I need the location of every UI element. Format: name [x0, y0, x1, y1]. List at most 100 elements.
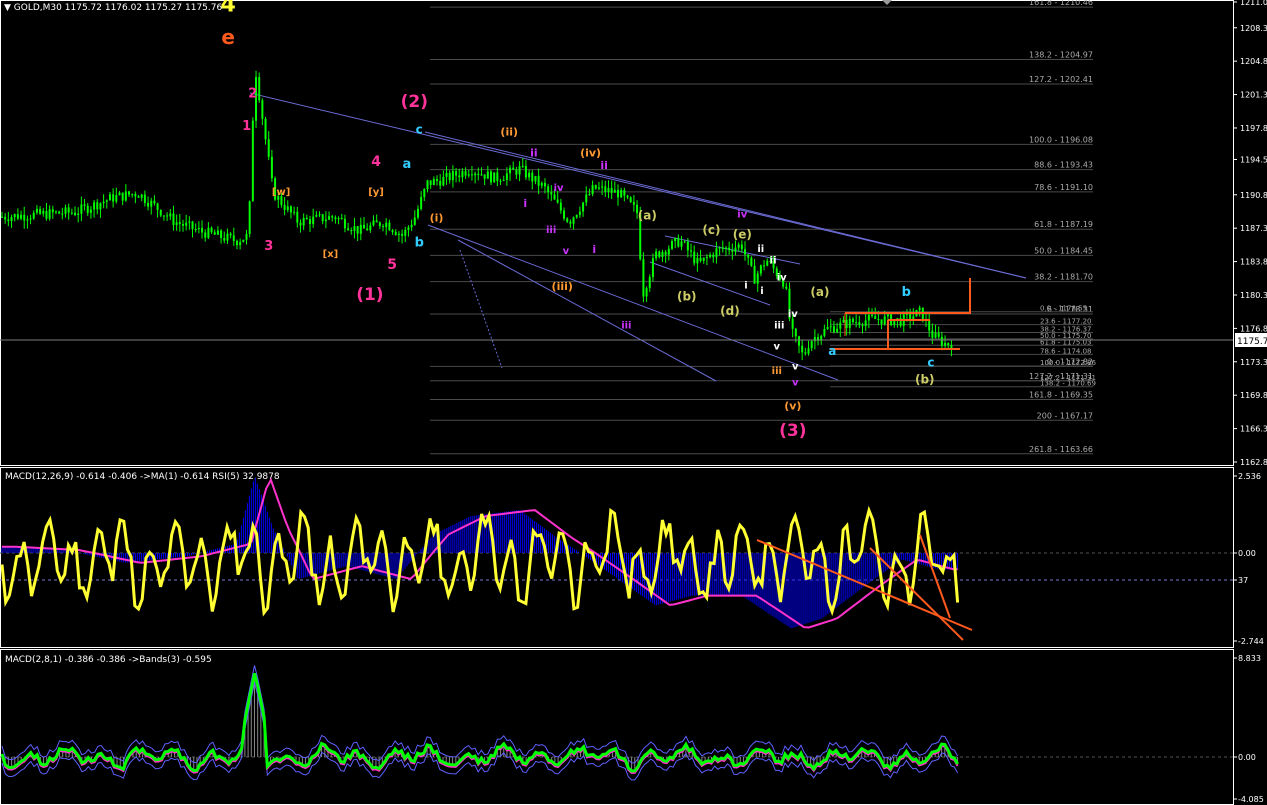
candle-body — [121, 192, 124, 201]
fib-small-level-label: 61.8 - 1175.03 — [1040, 338, 1092, 346]
wave-label: (a) — [810, 285, 829, 299]
candle-body — [486, 171, 489, 179]
candle-body — [207, 227, 210, 238]
wave-label: ii — [600, 159, 608, 172]
candle-body — [763, 265, 766, 267]
candle-body — [216, 230, 219, 235]
candle-body — [575, 214, 578, 218]
candle-body — [251, 120, 254, 202]
candle-body — [172, 213, 175, 225]
wave-label: 4 — [220, 0, 235, 18]
fib-level-label: 88.6 - 1193.43 — [1034, 161, 1093, 170]
candle-body — [220, 230, 223, 238]
fib-small-level-label: 0.0 - 1178.55 — [1040, 305, 1087, 313]
candle-body — [597, 187, 600, 189]
candle-body — [45, 210, 48, 219]
candle-body — [566, 218, 569, 222]
candle-body — [242, 239, 245, 242]
candle-body — [426, 180, 429, 190]
candle-body — [185, 222, 188, 226]
candle-body — [429, 180, 432, 185]
candle-body — [35, 208, 38, 213]
candle-body — [48, 209, 51, 219]
wave-label: (c) — [702, 223, 720, 237]
wave-label: [x] — [323, 249, 339, 260]
candle-body — [858, 322, 861, 326]
price-axis-tick-label: 1204.8 — [1240, 57, 1267, 66]
wave-label: iii — [546, 225, 556, 236]
candle-body — [632, 202, 635, 205]
candle-body — [578, 211, 581, 215]
candle-body — [54, 211, 57, 213]
candle-body — [407, 227, 410, 230]
candle-body — [477, 173, 480, 175]
candle-body — [159, 209, 162, 216]
candle-body — [791, 318, 794, 329]
candle-body — [378, 222, 381, 227]
candle-body — [70, 212, 73, 214]
fib-level-label: 127.2 - 1202.41 — [1029, 75, 1093, 84]
candle-body — [210, 227, 213, 233]
wave-label: iii — [774, 320, 784, 331]
wave-label: v — [792, 361, 799, 372]
candle-body — [629, 197, 632, 203]
fib-level-label: 200 - 1167.17 — [1037, 411, 1093, 420]
candle-body — [467, 174, 470, 176]
candle-body — [674, 238, 677, 242]
candle-body — [394, 232, 397, 235]
candle-body — [534, 175, 537, 182]
candle-body — [93, 202, 96, 210]
wave-label: a — [828, 344, 836, 358]
candle-body — [623, 190, 626, 196]
candle-body — [362, 224, 365, 229]
wave-label: (1) — [356, 285, 383, 305]
candle-body — [143, 194, 146, 203]
candle-body — [296, 211, 299, 223]
candle-body — [645, 288, 648, 297]
candle-body — [810, 341, 813, 349]
candle-body — [134, 194, 137, 197]
candle-body — [455, 171, 458, 176]
wave-label: i — [592, 243, 596, 256]
candle-body — [267, 139, 270, 157]
candle-body — [940, 336, 943, 346]
candle-body — [759, 265, 762, 274]
candle-body — [594, 185, 597, 189]
candle-body — [670, 241, 673, 249]
fib-small-level-label: 100.0 - 1172.86 — [1040, 359, 1097, 367]
wave-label: 5 — [387, 257, 397, 273]
candle-body — [493, 172, 496, 183]
candle-body — [321, 214, 324, 222]
candle-body — [804, 352, 807, 354]
candle-body — [607, 188, 610, 192]
wave-label: iv — [788, 309, 798, 320]
candle-body — [839, 322, 842, 329]
wave-label: (a) — [638, 209, 657, 223]
candle-body — [318, 214, 321, 216]
candle-body — [664, 252, 667, 255]
candle-body — [864, 320, 867, 327]
candle-body — [58, 211, 61, 214]
wave-label: a — [402, 157, 411, 172]
candle-body — [223, 237, 226, 241]
candle-body — [947, 342, 950, 346]
candle-body — [51, 209, 54, 213]
fib-level-label: 38.2 - 1181.70 — [1034, 273, 1093, 282]
candle-body — [153, 200, 156, 204]
candle-body — [353, 226, 356, 231]
candle-body — [404, 229, 407, 236]
candle-body — [64, 207, 67, 214]
candle-body — [620, 190, 623, 198]
candle-body — [299, 222, 302, 226]
candle-body — [648, 277, 651, 289]
candle-body — [178, 222, 181, 224]
symbol-header: ▼ GOLD,M30 1175.72 1176.02 1175.27 1175.… — [4, 3, 222, 13]
candle-body — [162, 215, 165, 217]
candle-body — [324, 219, 327, 222]
candle-body — [388, 222, 391, 231]
candle-body — [289, 206, 292, 213]
candle-body — [67, 207, 70, 213]
price-axis-tick-label: 1190.8 — [1240, 191, 1267, 200]
candle-body — [851, 318, 854, 323]
candle-body — [115, 195, 118, 202]
